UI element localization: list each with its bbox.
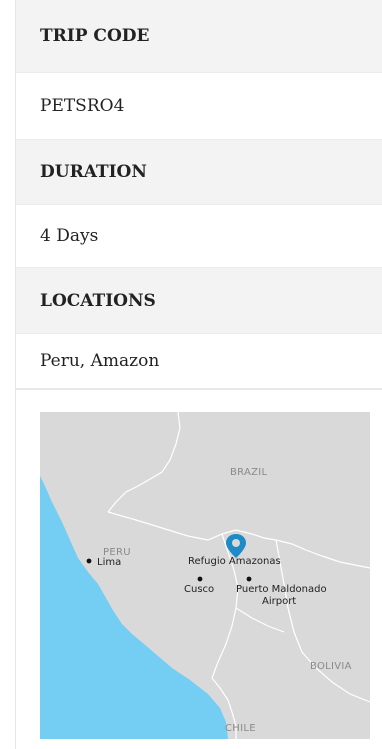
refugio-label: Refugio Amazonas [188,556,281,567]
cusco-label: Cusco [184,584,214,595]
puerto-maldonado-dot [246,576,252,582]
lima-dot [86,558,92,564]
puerto-maldonado-label: Puerto Maldonado [236,584,327,595]
chile-label: CHILE [225,723,256,734]
locations-value: Peru, Amazon [16,333,382,390]
map-graphic: BRAZIL PERU BOLIVIA CHILE Lima Refugio A… [40,412,370,739]
bolivia-label: BOLIVIA [310,661,352,672]
trip-code-value: PETSRO4 [16,72,382,139]
trip-code-label: TRIP CODE [16,0,382,72]
lima-label: Lima [97,557,121,568]
brazil-label: BRAZIL [230,467,268,478]
trip-map: BRAZIL PERU BOLIVIA CHILE Lima Refugio A… [40,412,370,739]
puerto-maldonado-airport-label: Airport [262,596,296,607]
trip-details-panel: TRIP CODE PETSRO4 DURATION 4 Days LOCATI… [15,0,382,749]
locations-label: LOCATIONS [16,267,382,333]
cusco-dot [197,576,203,582]
duration-label: DURATION [16,139,382,204]
duration-value: 4 Days [16,204,382,267]
